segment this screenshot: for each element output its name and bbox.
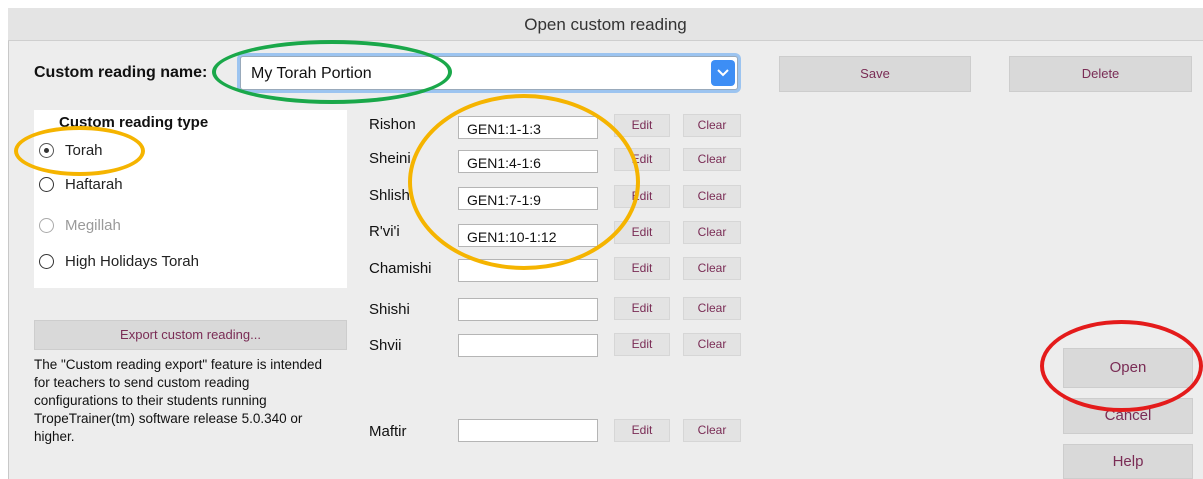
delete-button[interactable]: Delete xyxy=(1009,56,1192,92)
aliyah-field-rishon[interactable]: GEN1:1-1:3 xyxy=(458,116,598,139)
edit-button-sheini[interactable]: Edit xyxy=(614,148,670,171)
chevron-down-icon[interactable] xyxy=(711,60,735,86)
aliyah-field-shlishi[interactable]: GEN1:7-1:9 xyxy=(458,187,598,210)
edit-button-chamishi[interactable]: Edit xyxy=(614,257,670,280)
edit-button-rvii[interactable]: Edit xyxy=(614,221,670,244)
radio-haftarah-label: Haftarah xyxy=(65,176,123,193)
aliyah-label-maftir: Maftir xyxy=(369,423,407,440)
aliyah-field-shishi[interactable] xyxy=(458,298,598,321)
aliyah-label-rishon: Rishon xyxy=(369,116,416,133)
radio-high-holidays-label: High Holidays Torah xyxy=(65,253,199,270)
export-description: The "Custom reading export" feature is i… xyxy=(34,357,322,444)
reading-type-panel: Custom reading type Torah Haftarah Megil… xyxy=(34,110,347,288)
radio-torah-label: Torah xyxy=(65,142,103,159)
radio-selected-icon[interactable] xyxy=(39,143,54,158)
radio-icon[interactable] xyxy=(39,254,54,269)
aliyah-label-rvii: R'vi'i xyxy=(369,223,400,240)
clear-button-maftir[interactable]: Clear xyxy=(683,419,741,442)
title-bar: Open custom reading xyxy=(8,8,1203,41)
edit-button-shlishi[interactable]: Edit xyxy=(614,185,670,208)
aliyah-label-shvii: Shvii xyxy=(369,337,402,354)
help-button[interactable]: Help xyxy=(1063,444,1193,479)
clear-button-rishon[interactable]: Clear xyxy=(683,114,741,137)
aliyah-label-shlishi: Shlishi xyxy=(369,187,414,204)
aliyah-field-rvii[interactable]: GEN1:10-1:12 xyxy=(458,224,598,247)
aliyah-field-sheini[interactable]: GEN1:4-1:6 xyxy=(458,150,598,173)
clear-button-shvii[interactable]: Clear xyxy=(683,333,741,356)
custom-reading-name-label: Custom reading name: xyxy=(34,64,208,81)
clear-button-chamishi[interactable]: Clear xyxy=(683,257,741,280)
radio-icon[interactable] xyxy=(39,177,54,192)
clear-button-sheini[interactable]: Clear xyxy=(683,148,741,171)
cancel-button[interactable]: Cancel xyxy=(1063,398,1193,434)
aliyah-label-chamishi: Chamishi xyxy=(369,260,432,277)
clear-button-shishi[interactable]: Clear xyxy=(683,297,741,320)
edit-button-maftir[interactable]: Edit xyxy=(614,419,670,442)
clear-button-rvii[interactable]: Clear xyxy=(683,221,741,244)
window-title: Open custom reading xyxy=(524,15,687,34)
aliyah-field-shvii[interactable] xyxy=(458,334,598,357)
custom-reading-name-combo[interactable]: My Torah Portion xyxy=(240,56,738,90)
aliyah-label-shishi: Shishi xyxy=(369,301,410,318)
aliyah-field-maftir[interactable] xyxy=(458,419,598,442)
clear-button-shlishi[interactable]: Clear xyxy=(683,185,741,208)
edit-button-shvii[interactable]: Edit xyxy=(614,333,670,356)
open-button[interactable]: Open xyxy=(1063,348,1193,388)
aliyah-field-chamishi[interactable] xyxy=(458,259,598,282)
edit-button-shishi[interactable]: Edit xyxy=(614,297,670,320)
reading-type-heading: Custom reading type xyxy=(59,114,209,131)
edit-button-rishon[interactable]: Edit xyxy=(614,114,670,137)
aliyah-label-sheini: Sheini xyxy=(369,150,411,167)
radio-megillah-label: Megillah xyxy=(65,217,121,234)
radio-disabled-icon xyxy=(39,218,54,233)
export-custom-reading-button[interactable]: Export custom reading... xyxy=(34,320,347,350)
custom-reading-name-value: My Torah Portion xyxy=(251,65,372,82)
save-button[interactable]: Save xyxy=(779,56,971,92)
